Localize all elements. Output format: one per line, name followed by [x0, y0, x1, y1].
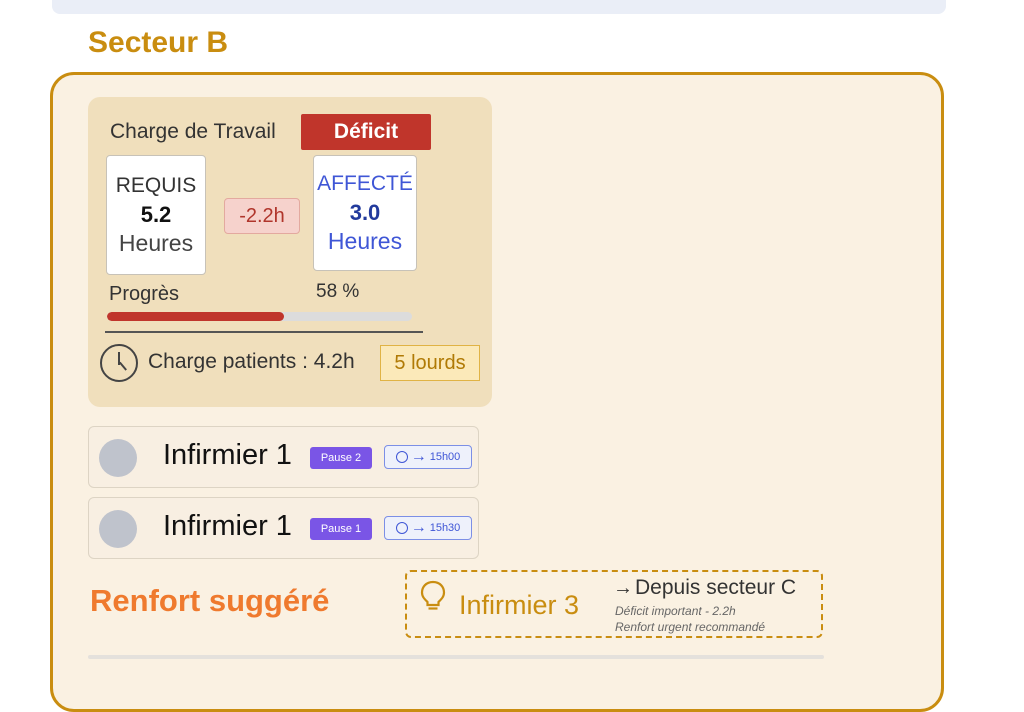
- required-value: 5.2: [140, 202, 172, 227]
- avatar: [99, 439, 137, 477]
- clock-icon: [395, 522, 408, 534]
- break-time: 15h00: [429, 451, 461, 463]
- progress-bar: [107, 312, 412, 321]
- top-strip: [52, 0, 946, 14]
- required-hours-box: REQUIS 5.2 Heures: [106, 155, 206, 275]
- break-time-chip: → 15h30: [384, 516, 472, 540]
- nurse-name: Infirmier 1: [163, 439, 292, 471]
- arrow-right-icon: →: [410, 448, 427, 465]
- suggestion-source: →Depuis secteur C: [613, 576, 796, 600]
- required-label: REQUIS: [115, 174, 197, 197]
- lightbulb-icon: [420, 580, 446, 610]
- heavy-patients-badge: 5 lourds: [380, 345, 480, 381]
- sector-title: Secteur B: [88, 26, 229, 59]
- reinforcement-title: Renfort suggéré: [90, 583, 330, 618]
- arrow-right-icon: →: [410, 519, 427, 536]
- required-unit: Heures: [118, 230, 194, 256]
- next-card-edge: [88, 655, 824, 659]
- deficit-badge: Déficit: [301, 114, 431, 150]
- nurse-name: Infirmier 1: [163, 510, 292, 542]
- nurse-row[interactable]: Infirmier 1 Pause 1 → 15h30: [88, 497, 479, 559]
- clock-icon: [100, 344, 138, 382]
- assigned-value: 3.0: [349, 200, 381, 225]
- pause-badge: Pause 2: [310, 447, 372, 469]
- break-time-chip: → 15h00: [384, 445, 472, 469]
- break-time: 15h30: [429, 522, 461, 534]
- source-text: Depuis secteur C: [635, 576, 797, 599]
- assigned-label: AFFECTÉ: [317, 172, 413, 195]
- suggestion-detail: Déficit important - 2.2h: [615, 604, 736, 618]
- pause-badge: Pause 1: [310, 518, 372, 540]
- progress-label: Progrès: [109, 283, 180, 305]
- divider: [105, 331, 423, 333]
- patient-load-text: Charge patients : 4.2h: [148, 350, 355, 373]
- reinforcement-suggestion[interactable]: Infirmier 3 →Depuis secteur C Déficit im…: [405, 570, 823, 638]
- workload-title: Charge de Travail: [110, 120, 276, 143]
- suggested-nurse: Infirmier 3: [459, 590, 580, 620]
- progress-percent: 58 %: [316, 281, 360, 302]
- suggestion-detail: Renfort urgent recommandé: [615, 620, 766, 634]
- arrow-right-icon: →: [613, 577, 633, 599]
- progress-fill: [107, 312, 284, 321]
- clock-icon: [395, 451, 408, 463]
- avatar: [99, 510, 137, 548]
- nurse-row[interactable]: Infirmier 1 Pause 2 → 15h00: [88, 426, 479, 488]
- assigned-unit: Heures: [327, 228, 403, 254]
- difference-badge: -2.2h: [224, 198, 300, 234]
- assigned-hours-box: AFFECTÉ 3.0 Heures: [313, 155, 417, 271]
